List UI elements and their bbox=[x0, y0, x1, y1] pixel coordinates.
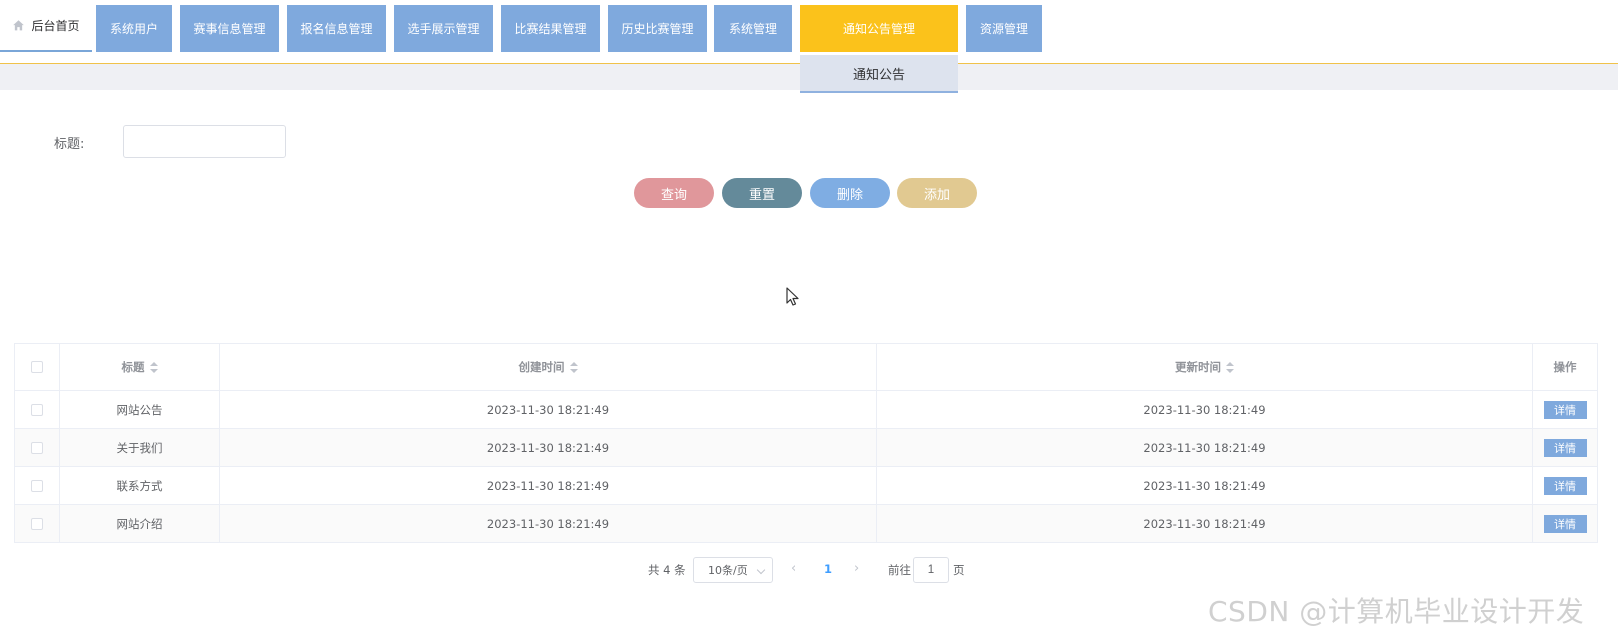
column-header-updated[interactable]: 更新时间 bbox=[876, 344, 1532, 390]
detail-button[interactable]: 详情 bbox=[1543, 476, 1587, 495]
next-page-icon[interactable]: › bbox=[854, 561, 859, 576]
delete-button[interactable]: 删除 bbox=[810, 178, 890, 208]
row-checkbox[interactable] bbox=[31, 441, 43, 454]
nav-item-notice-management[interactable]: 通知公告管理 bbox=[800, 5, 958, 52]
page-suffix-label: 页 bbox=[953, 563, 965, 577]
watermark: CSDN @计算机毕业设计开发 bbox=[1208, 595, 1585, 628]
row-created-time: 2023-11-30 18:21:49 bbox=[219, 429, 876, 466]
table-header: 标题 创建时间 更新时间 操作 bbox=[14, 344, 1598, 391]
detail-button[interactable]: 详情 bbox=[1543, 514, 1587, 533]
nav-item-event-info[interactable]: 赛事信息管理 bbox=[180, 5, 279, 52]
title-search-label: 标题: bbox=[54, 137, 85, 152]
table-row: 网站公告 2023-11-30 18:21:49 2023-11-30 18:2… bbox=[14, 391, 1598, 429]
nav-item-system-management[interactable]: 系统管理 bbox=[714, 5, 792, 52]
sort-icon[interactable] bbox=[149, 361, 158, 373]
pagination-total: 共 4 条 bbox=[648, 563, 686, 577]
row-title: 关于我们 bbox=[59, 429, 219, 466]
row-created-time: 2023-11-30 18:21:49 bbox=[219, 467, 876, 504]
row-title: 网站介绍 bbox=[59, 505, 219, 542]
row-updated-time: 2023-11-30 18:21:49 bbox=[876, 391, 1532, 428]
goto-label: 前往 bbox=[888, 563, 911, 577]
prev-page-icon[interactable]: ‹ bbox=[791, 561, 796, 576]
nav-item-resource-management[interactable]: 资源管理 bbox=[966, 5, 1042, 52]
row-ops: 详情 bbox=[1532, 505, 1598, 542]
column-header-title-label: 标题 bbox=[121, 360, 145, 374]
nav-item-match-history[interactable]: 历史比赛管理 bbox=[608, 5, 707, 52]
nav-home[interactable]: 后台首页 bbox=[0, 0, 92, 52]
page-size-select[interactable]: 10条/页 bbox=[693, 557, 773, 583]
column-header-title[interactable]: 标题 bbox=[59, 344, 219, 390]
row-created-time: 2023-11-30 18:21:49 bbox=[219, 391, 876, 428]
table-row: 关于我们 2023-11-30 18:21:49 2023-11-30 18:2… bbox=[14, 429, 1598, 467]
chevron-down-icon bbox=[756, 565, 766, 575]
column-header-ops: 操作 bbox=[1532, 344, 1598, 390]
row-ops: 详情 bbox=[1532, 467, 1598, 504]
title-search-input[interactable] bbox=[123, 125, 286, 158]
row-title: 网站公告 bbox=[59, 391, 219, 428]
row-updated-time: 2023-11-30 18:21:49 bbox=[876, 505, 1532, 542]
row-title: 联系方式 bbox=[59, 467, 219, 504]
home-icon bbox=[13, 19, 25, 30]
row-select-cell bbox=[14, 429, 59, 466]
row-select-cell bbox=[14, 391, 59, 428]
row-select-cell bbox=[14, 505, 59, 542]
row-checkbox[interactable] bbox=[31, 479, 43, 492]
detail-button[interactable]: 详情 bbox=[1543, 400, 1587, 419]
add-button[interactable]: 添加 bbox=[897, 178, 977, 208]
row-ops: 详情 bbox=[1532, 391, 1598, 428]
page-number-current[interactable]: 1 bbox=[824, 562, 832, 576]
mouse-cursor-icon bbox=[786, 287, 799, 306]
sort-icon[interactable] bbox=[569, 361, 578, 373]
pagination: 共 4 条 10条/页 ‹ 1 › 前往 页 bbox=[0, 557, 1618, 583]
table-row: 网站介绍 2023-11-30 18:21:49 2023-11-30 18:2… bbox=[14, 505, 1598, 543]
row-updated-time: 2023-11-30 18:21:49 bbox=[876, 467, 1532, 504]
notice-table: 标题 创建时间 更新时间 操作 网站公告 2023-11-30 18:21:49… bbox=[14, 343, 1598, 543]
column-header-created[interactable]: 创建时间 bbox=[219, 344, 876, 390]
dropdown-item-notice[interactable]: 通知公告 bbox=[800, 55, 958, 93]
detail-button[interactable]: 详情 bbox=[1543, 438, 1587, 457]
row-updated-time: 2023-11-30 18:21:49 bbox=[876, 429, 1532, 466]
nav-item-registration-info[interactable]: 报名信息管理 bbox=[287, 5, 386, 52]
row-ops: 详情 bbox=[1532, 429, 1598, 466]
table-row: 联系方式 2023-11-30 18:21:49 2023-11-30 18:2… bbox=[14, 467, 1598, 505]
reset-button[interactable]: 重置 bbox=[722, 178, 802, 208]
column-header-updated-label: 更新时间 bbox=[1175, 360, 1221, 374]
column-header-created-label: 创建时间 bbox=[518, 360, 565, 374]
row-created-time: 2023-11-30 18:21:49 bbox=[219, 505, 876, 542]
sort-icon[interactable] bbox=[1226, 361, 1234, 373]
page-size-value: 10条/页 bbox=[708, 564, 748, 577]
query-button[interactable]: 查询 bbox=[634, 178, 714, 208]
select-all-checkbox[interactable] bbox=[31, 361, 43, 373]
row-checkbox[interactable] bbox=[31, 403, 43, 416]
nav-item-player-showcase[interactable]: 选手展示管理 bbox=[394, 5, 493, 52]
row-select-cell bbox=[14, 467, 59, 504]
select-all-cell bbox=[14, 344, 59, 390]
goto-page-input[interactable] bbox=[913, 557, 949, 583]
nav-home-label: 后台首页 bbox=[31, 18, 80, 33]
nav-item-system-users[interactable]: 系统用户 bbox=[96, 5, 172, 52]
nav-item-match-results[interactable]: 比赛结果管理 bbox=[501, 5, 600, 52]
row-checkbox[interactable] bbox=[31, 517, 43, 530]
